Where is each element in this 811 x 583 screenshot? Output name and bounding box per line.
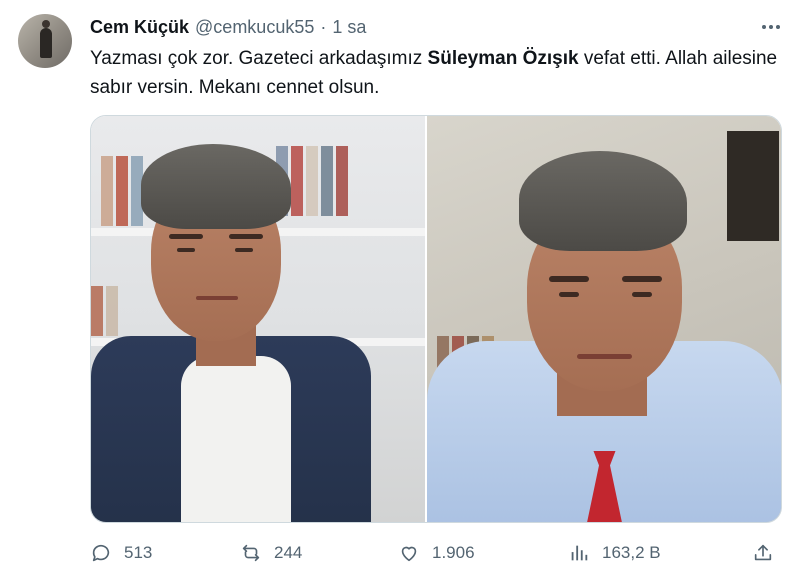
- share-icon: [754, 544, 772, 561]
- eye: [177, 248, 195, 252]
- retweet-count: 244: [274, 543, 303, 562]
- eyebrow: [169, 234, 203, 239]
- author-handle[interactable]: @cemkucuk55: [195, 17, 314, 38]
- tweet-timestamp[interactable]: 1 sa: [332, 17, 366, 38]
- bookshelf-decoration: [91, 286, 118, 336]
- share-button[interactable]: [752, 540, 774, 566]
- eye: [559, 292, 579, 297]
- heart-icon: [401, 546, 417, 562]
- reply-count: 513: [124, 543, 153, 562]
- views-button[interactable]: 163,2 B: [568, 540, 661, 566]
- author-name[interactable]: Cem Küçük: [90, 17, 189, 38]
- like-button[interactable]: 1.906: [398, 540, 475, 566]
- eye: [235, 248, 253, 252]
- more-icon[interactable]: [757, 16, 785, 38]
- eyebrow: [622, 276, 662, 282]
- photo-right[interactable]: [427, 116, 781, 522]
- header-separator: ·: [320, 16, 327, 37]
- eyebrow: [549, 276, 589, 282]
- bookshelf-decoration: [101, 156, 143, 226]
- reply-icon: [92, 544, 110, 562]
- avatar-figure: [40, 20, 52, 58]
- person-tshirt: [181, 356, 291, 522]
- reply-button[interactable]: 513: [90, 540, 152, 566]
- views-count: 163,2 B: [602, 543, 661, 562]
- retweet-icon: [242, 544, 260, 562]
- retweet-button[interactable]: 244: [240, 540, 302, 566]
- action-bar: 513 244 1.906 163,2 B: [90, 540, 790, 566]
- like-count: 1.906: [432, 543, 475, 562]
- mouth: [577, 354, 632, 359]
- person-hair: [141, 144, 291, 229]
- person-hair: [519, 151, 687, 251]
- photo-left[interactable]: [91, 116, 425, 522]
- views-icon: [571, 545, 588, 561]
- tweet-text-part: Yazması çok zor. Gazeteci arkadaşımız: [90, 48, 428, 69]
- eyebrow: [229, 234, 263, 239]
- tweet-text-mention: Süleyman Özışık: [427, 48, 579, 69]
- eye: [632, 292, 652, 297]
- tweet-media[interactable]: [90, 115, 782, 523]
- mouth: [196, 296, 238, 300]
- avatar[interactable]: [18, 14, 72, 68]
- tweet-text: Yazması çok zor. Gazeteci arkadaşımız Sü…: [90, 44, 780, 102]
- background-frame: [727, 131, 779, 241]
- tweet-header: Cem Küçük @cemkucuk55 · 1 sa: [90, 15, 366, 39]
- tweet[interactable]: Cem Küçük @cemkucuk55 · 1 sa Yazması çok…: [0, 0, 811, 583]
